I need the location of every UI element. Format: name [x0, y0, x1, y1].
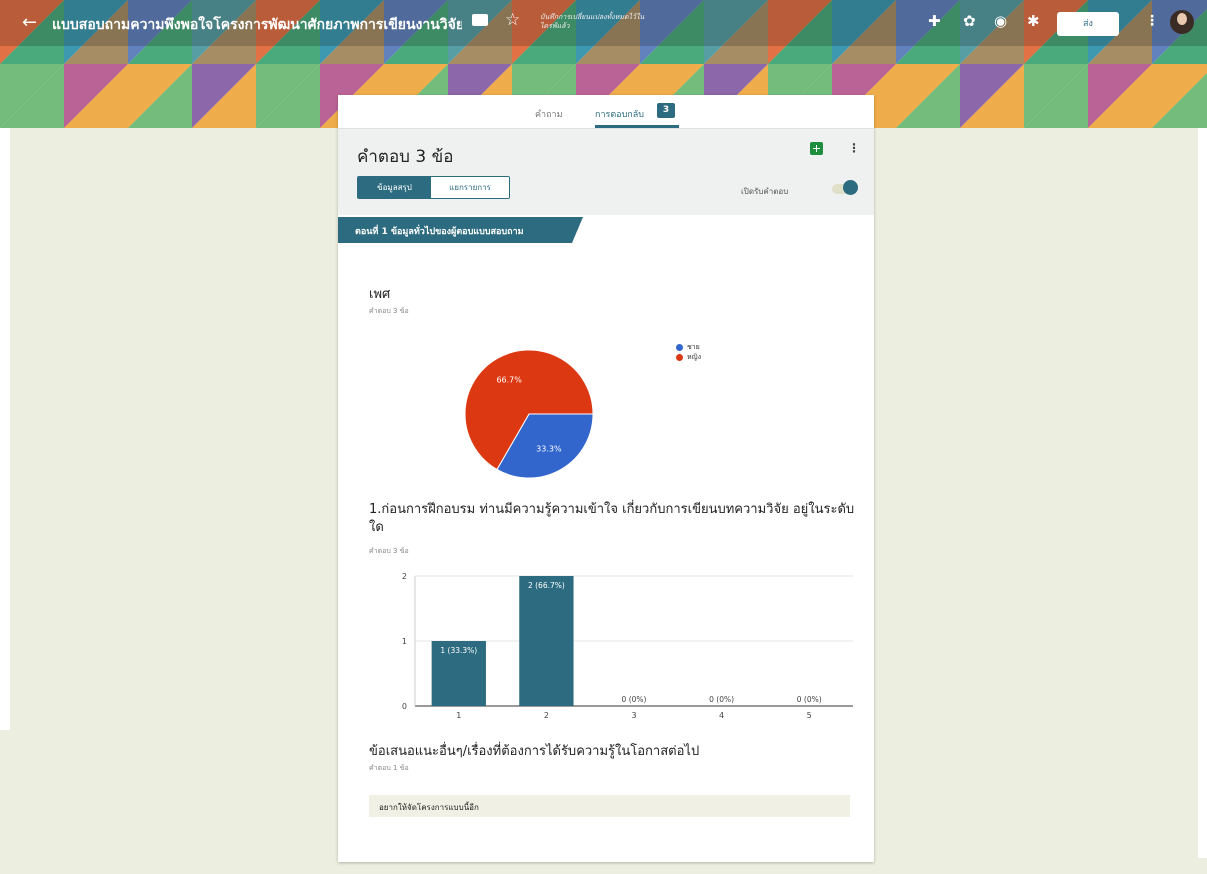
responses-header: คำตอบ 3 ข้อ ⋮ ข้อมูลสรุป แยกรายการ เปิดร… [338, 129, 874, 215]
palette-icon[interactable]: ✿ [963, 12, 976, 30]
settings-gear-icon[interactable]: ✱ [1027, 12, 1040, 30]
section-title: ตอนที่ 1 ข้อมูลทั่วไปของผู้ตอบแบบสอบถาม [355, 227, 524, 237]
x-tick-label: 1 [456, 711, 461, 720]
left-edge [0, 498, 10, 730]
question-response-count: คำตอบ 3 ข้อ [369, 307, 409, 315]
save-status: บันทึกการเปลี่ยนแปลงทั้งหมดไว้ในไดรฟ์แล้… [540, 13, 645, 30]
legend-swatch [676, 343, 683, 351]
addons-icon[interactable]: ✚ [928, 12, 941, 30]
individual-button[interactable]: แยกรายการ [431, 177, 509, 198]
responses-count-badge: 3 [657, 103, 675, 118]
legend-item: หญิง [676, 352, 701, 362]
more-vert-icon[interactable]: ⋮ [848, 141, 860, 155]
text-answer: อยากให้จัดโครงการแบบนี้อีก [369, 795, 850, 817]
bar-value-label: 1 (33.3%) [440, 646, 477, 655]
back-arrow-icon[interactable]: ← [22, 12, 37, 33]
summary-button[interactable]: ข้อมูลสรุป [358, 177, 431, 198]
bar-value-label: 0 (0%) [622, 695, 647, 704]
tab-questions[interactable]: คำถาม [535, 107, 563, 121]
star-icon[interactable]: ☆ [505, 10, 520, 30]
more-options-icon[interactable]: ⋮ [1145, 13, 1159, 29]
bar-value-label: 0 (0%) [797, 695, 822, 704]
question-response-count: คำตอบ 1 ข้อ [369, 764, 409, 772]
y-tick-label: 2 [402, 572, 407, 581]
gender-pie-chart: 33.3% 66.7% [464, 349, 594, 479]
x-tick-label: 5 [807, 711, 812, 720]
legend-swatch [676, 353, 683, 361]
y-tick-label: 1 [402, 637, 407, 646]
preview-eye-icon[interactable]: ◉ [994, 12, 1007, 30]
avatar[interactable] [1170, 10, 1194, 34]
question-response-count: คำตอบ 3 ข้อ [369, 547, 409, 555]
knowledge-bar-chart: 0 1 2 1 (33.3%) 1 2 (66.7%) 2 0 (0%) 3 0 (0%) 4 0 (… [402, 572, 853, 720]
response-count-heading: คำตอบ 3 ข้อ [357, 147, 454, 167]
question-title: ข้อเสนอแนะอื่นๆ/เรื่องที่ต้องการได้รับคว… [369, 744, 700, 759]
left-edge [0, 128, 10, 498]
y-tick-label: 0 [402, 702, 407, 711]
accepting-toggle[interactable] [843, 180, 858, 195]
legend-label: หญิง [687, 352, 701, 361]
question-title: 1.ก่อนการฝึกอบรม ท่านมีความรู้ความเข้าใจ… [369, 502, 855, 535]
pie-slice-label: 33.3% [536, 444, 562, 453]
active-tab-indicator [595, 125, 679, 128]
send-button[interactable]: ส่ง [1057, 12, 1119, 36]
answer-text: อยากให้จัดโครงการแบบนี้อีก [379, 803, 479, 812]
right-edge [1198, 128, 1207, 858]
legend-item: ชาย [676, 342, 701, 352]
view-toggle: ข้อมูลสรุป แยกรายการ [357, 176, 510, 199]
tab-responses[interactable]: การตอบกลับ [595, 107, 644, 121]
bar-value-label: 0 (0%) [709, 695, 734, 704]
bar-value-label: 2 (66.7%) [528, 581, 565, 590]
sheets-icon[interactable] [810, 142, 823, 155]
tab-bar: คำถาม การตอบกลับ 3 [338, 95, 874, 129]
pie-legend: ชาย หญิง [676, 342, 701, 362]
x-tick-label: 3 [631, 711, 636, 720]
bar-2 [519, 576, 574, 706]
accepting-responses-label: เปิดรับคำตอบ [741, 187, 789, 196]
top-bar: ← แบบสอบถามความพึงพอใจโครงการพัฒนาศักยภา… [0, 0, 1207, 46]
section-header: ตอนที่ 1 ข้อมูลทั่วไปของผู้ตอบแบบสอบถาม [338, 217, 583, 243]
pie-slice-label: 66.7% [496, 376, 522, 385]
x-tick-label: 4 [719, 711, 724, 720]
form-title[interactable]: แบบสอบถามความพึงพอใจโครงการพัฒนาศักยภาพก… [52, 14, 462, 36]
folder-icon[interactable] [472, 14, 488, 26]
x-tick-label: 2 [544, 711, 549, 720]
responses-card: คำถาม การตอบกลับ 3 คำตอบ 3 ข้อ ⋮ ข้อมูลส… [338, 95, 874, 862]
question-title: เพศ [369, 287, 391, 302]
